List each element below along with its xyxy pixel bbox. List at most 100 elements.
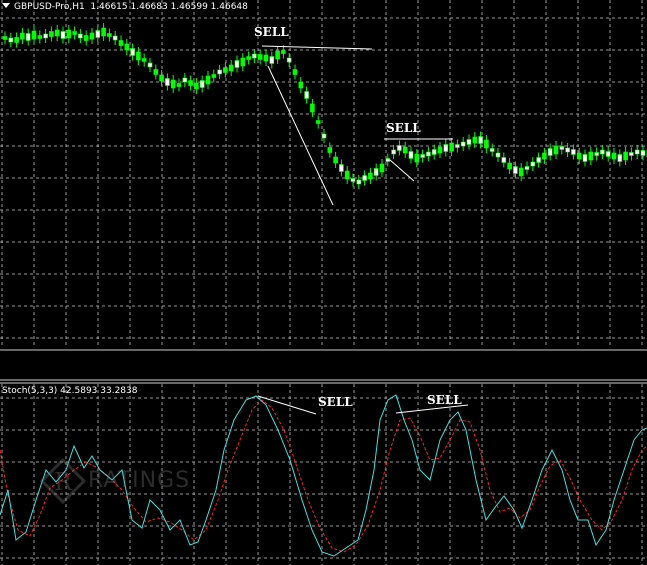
- candle-body: [629, 152, 634, 156]
- indicator-label: Stoch(5,3,3) 42.5893 33.2838: [2, 386, 138, 396]
- candle-body: [263, 54, 269, 62]
- candle-body: [339, 164, 344, 172]
- candle-body: [25, 33, 31, 41]
- candle-body: [623, 151, 628, 161]
- candle-body: [576, 152, 582, 160]
- candle-body: [536, 157, 541, 163]
- candle-body: [594, 152, 599, 156]
- candle-body: [112, 35, 118, 41]
- candle-body: [199, 80, 205, 88]
- candle-body: [611, 152, 617, 160]
- candle-body: [281, 50, 286, 54]
- candle-body: [518, 167, 524, 177]
- candle-body: [252, 53, 257, 59]
- candle-body: [524, 166, 530, 170]
- candle-body: [275, 50, 280, 60]
- candle-body: [37, 35, 43, 39]
- watermark-text: RATINGS: [88, 468, 191, 493]
- candle-body: [484, 139, 489, 149]
- candle-body: [397, 145, 402, 151]
- candle-body: [176, 83, 182, 87]
- candle-body: [547, 148, 553, 156]
- candle-body: [240, 57, 246, 67]
- candle-body: [489, 148, 495, 152]
- candle-body: [292, 69, 298, 75]
- candle-body: [107, 33, 112, 37]
- candle-body: [617, 154, 623, 162]
- candle-body: [188, 80, 193, 86]
- candle-body: [223, 67, 228, 73]
- candle-body: [130, 48, 135, 56]
- candle-body: [605, 151, 611, 157]
- candle-body: [437, 146, 443, 154]
- candle-body: [501, 157, 507, 163]
- candle-body: [159, 74, 164, 82]
- candle-body: [20, 32, 25, 40]
- candle-body: [31, 30, 37, 40]
- candle-body: [379, 163, 385, 173]
- candle-body: [495, 152, 501, 158]
- sell-annotation: SELL: [427, 393, 462, 407]
- candle-body: [582, 154, 588, 162]
- candle-body: [118, 40, 124, 46]
- candle-body: [170, 79, 176, 89]
- candle-body: [95, 30, 101, 38]
- candle-body: [14, 37, 19, 43]
- candle-body: [194, 82, 199, 90]
- candle-body: [408, 151, 414, 159]
- candle-body: [368, 172, 373, 180]
- candle-body: [327, 147, 333, 153]
- candle-body: [66, 29, 72, 39]
- candle-body: [211, 74, 217, 78]
- candle-body: [83, 35, 89, 41]
- candle-body: [321, 133, 327, 139]
- candle-body: [513, 166, 518, 174]
- candle-body: [49, 31, 54, 37]
- candle-body: [431, 149, 437, 155]
- sell-annotation: SELL: [318, 395, 353, 409]
- candle-body: [472, 136, 478, 144]
- candle-body: [449, 142, 454, 152]
- candle-body: [153, 69, 159, 75]
- main-chart-header: GBPUSD-Pro,H1 1.46615 1.46683 1.46599 1.…: [2, 2, 248, 12]
- candle-body: [43, 33, 48, 39]
- svg-text:R: R: [54, 468, 73, 496]
- ratings-logo-icon: R: [40, 458, 86, 504]
- candle-body: [443, 144, 449, 152]
- candle-body: [310, 103, 315, 113]
- candle-body: [141, 58, 147, 62]
- candle-body: [507, 162, 512, 170]
- candle-body: [60, 31, 66, 39]
- candle-body: [269, 56, 275, 64]
- candle-body: [414, 153, 420, 163]
- candle-body: [600, 149, 605, 155]
- candle-body: [571, 149, 576, 155]
- candle-body: [54, 29, 60, 37]
- candle-body: [588, 151, 594, 161]
- candle-body: [373, 168, 379, 176]
- candle-body: [553, 145, 559, 155]
- chart-window[interactable]: GBPUSD-Pro,H1 1.46615 1.46683 1.46599 1.…: [0, 0, 647, 565]
- candle-body: [165, 78, 170, 86]
- candle-body: [344, 170, 350, 180]
- candle-body: [72, 31, 77, 35]
- candle-body: [350, 178, 356, 182]
- candle-body: [530, 161, 536, 167]
- candle-body: [147, 62, 153, 68]
- candle-body: [356, 179, 362, 185]
- candle-body: [455, 144, 460, 148]
- candle-body: [298, 81, 304, 89]
- candle-body: [640, 150, 646, 156]
- candle-body: [286, 57, 292, 63]
- candle-body: [257, 54, 263, 60]
- candle-body: [8, 37, 14, 43]
- candle-body: [466, 139, 472, 145]
- candle-body: [460, 141, 466, 147]
- candle-body: [78, 33, 83, 39]
- candle-body: [246, 56, 251, 60]
- candle-body: [385, 158, 391, 162]
- candle-body: [89, 32, 95, 40]
- candle-body: [391, 149, 396, 155]
- sell-annotation: SELL: [254, 25, 289, 39]
- dropdown-arrow-icon[interactable]: [2, 3, 10, 8]
